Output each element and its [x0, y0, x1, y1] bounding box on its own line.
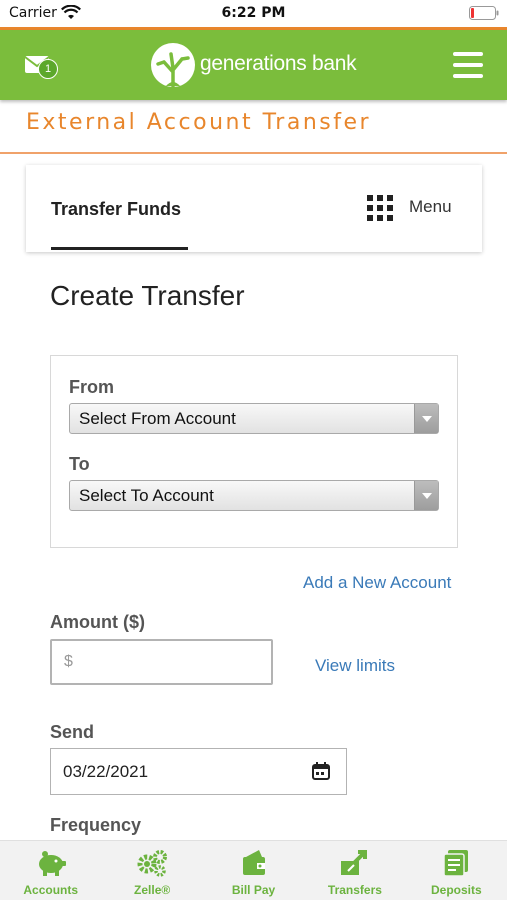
add-account-link[interactable]: Add a New Account — [303, 573, 451, 593]
hamburger-menu-icon[interactable] — [453, 52, 483, 78]
gears-icon — [137, 850, 168, 877]
nav-label: Bill Pay — [231, 883, 276, 897]
amount-label: Amount ($) — [50, 612, 145, 632]
nav-transfers[interactable]: Transfers — [304, 841, 405, 900]
grid-menu-icon[interactable] — [367, 195, 393, 221]
nav-label: Accounts — [23, 883, 79, 897]
calendar-icon[interactable] — [312, 762, 330, 780]
to-select-value: Select To Account — [79, 486, 214, 505]
tab-bar: Transfer Funds Menu — [26, 165, 482, 252]
from-select-value: Select From Account — [79, 409, 236, 428]
menu-button[interactable]: Menu — [409, 197, 452, 217]
send-date-field[interactable]: 03/22/2021 — [50, 748, 347, 795]
to-account-select[interactable]: Select To Account — [69, 480, 439, 511]
check-deposit-icon — [443, 850, 469, 877]
nav-label: Deposits — [430, 883, 482, 897]
clock: 6:22 PM — [221, 5, 286, 21]
tree-logo-icon — [151, 43, 195, 88]
piggy-bank-icon — [38, 851, 66, 876]
frequency-label: Frequency — [50, 815, 142, 835]
from-label: From — [69, 377, 114, 397]
to-label: To — [69, 454, 90, 474]
page-title: External Account Transfer — [26, 110, 372, 135]
active-tab-indicator — [51, 247, 188, 250]
battery-icon — [469, 6, 499, 20]
app-header: 1 generations bank — [0, 30, 507, 100]
nav-label: Zelle® — [134, 883, 171, 897]
nav-label: Transfers — [327, 883, 382, 897]
nav-zelle[interactable]: Zelle® — [101, 841, 202, 900]
view-limits-link[interactable]: View limits — [315, 656, 395, 676]
wallet-icon — [242, 850, 265, 875]
nav-deposits[interactable]: Deposits — [406, 841, 507, 900]
nav-accounts[interactable]: Accounts — [0, 841, 101, 900]
brand-name: generations bank — [200, 52, 357, 75]
title-divider — [0, 152, 507, 154]
send-date-value: 03/22/2021 — [63, 762, 149, 781]
bottom-nav: Accounts Zelle® Bill Pay Transfers Depos… — [0, 840, 507, 900]
transfer-arrows-icon — [340, 850, 367, 875]
section-heading: Create Transfer — [50, 280, 245, 311]
tab-transfer-funds[interactable]: Transfer Funds — [51, 199, 181, 220]
chevron-down-icon — [414, 481, 438, 510]
nav-bill-pay[interactable]: Bill Pay — [203, 841, 304, 900]
account-selection-box: From Select From Account To Select To Ac… — [50, 355, 458, 548]
currency-prefix: $ — [64, 653, 73, 670]
from-account-select[interactable]: Select From Account — [69, 403, 439, 434]
chevron-down-icon — [414, 404, 438, 433]
amount-input[interactable]: $ — [50, 639, 273, 685]
status-bar: Carrier 6:22 PM — [0, 0, 507, 28]
send-label: Send — [50, 722, 95, 742]
unread-badge: 1 — [38, 59, 58, 79]
